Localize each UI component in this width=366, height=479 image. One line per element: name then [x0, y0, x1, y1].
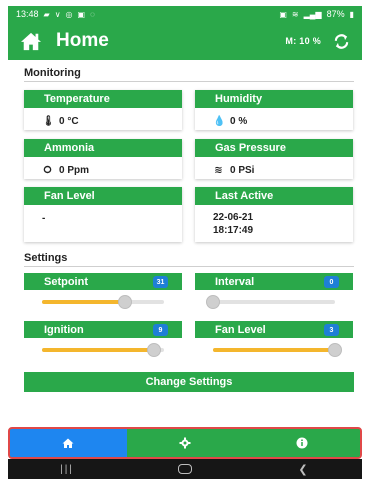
- settings-title: Settings: [24, 252, 68, 264]
- gas-ring-icon: ⭘: [43, 165, 52, 176]
- settings-divider: [24, 266, 354, 267]
- gear-icon: [179, 437, 191, 449]
- page-title: Home: [56, 30, 109, 51]
- nav-settings[interactable]: [126, 429, 244, 457]
- temperature-card: Temperature 🌡 0 °C: [24, 90, 182, 130]
- setpoint-control: Setpoint 31: [24, 273, 182, 313]
- fan-level-value: -: [42, 213, 46, 224]
- last-active-date: 22-06-21: [213, 212, 254, 223]
- instagram-icon: ◎: [65, 9, 73, 19]
- card-label: Gas Pressure: [195, 139, 353, 157]
- slider-thumb[interactable]: [147, 343, 162, 357]
- monitoring-divider: [24, 81, 354, 82]
- status-left: 13:48 ▰ ∨ ◎ ▣ ◌: [16, 9, 95, 19]
- status-bar: 13:48 ▰ ∨ ◎ ▣ ◌ ▣ ≋ ▂▄▆ 87% ▮: [8, 6, 362, 22]
- status-right: ▣ ≋ ▂▄▆ 87% ▮: [279, 9, 354, 19]
- home-button[interactable]: [165, 464, 205, 474]
- nfc-icon: ≋: [291, 9, 299, 19]
- vpn-icon: ∨: [54, 9, 61, 19]
- humidity-card: Humidity 💧 0 %: [195, 90, 353, 130]
- ignition-slider[interactable]: [42, 343, 164, 357]
- setpoint-slider[interactable]: [42, 295, 164, 309]
- thermometer-icon: 🌡: [42, 116, 55, 127]
- ammonia-value: 0 Ppm: [59, 165, 90, 176]
- interval-badge: 0: [324, 276, 339, 288]
- system-nav-bar: ||| ❮: [8, 459, 362, 479]
- droplet-icon: 💧: [213, 116, 226, 127]
- fan-level-card: Fan Level -: [24, 187, 182, 242]
- home-icon: [20, 31, 42, 51]
- nav-info[interactable]: [243, 429, 360, 457]
- fan-level-control: Fan Level 3: [195, 321, 353, 361]
- bottom-nav: [8, 427, 362, 459]
- slider-thumb[interactable]: [206, 295, 220, 309]
- gas-pressure-card: Gas Pressure ≋ 0 PSi: [195, 139, 353, 179]
- last-active-card: Last Active 22-06-21 18:17:49: [195, 187, 353, 242]
- info-icon: [296, 437, 308, 449]
- last-active-time: 18:17:49: [213, 225, 254, 236]
- change-settings-button[interactable]: Change Settings: [24, 372, 354, 392]
- card-label: Fan Level: [24, 187, 182, 205]
- ignition-control: Ignition 9: [24, 321, 182, 361]
- battery-icon: ▮: [349, 9, 354, 19]
- chat-icon: ▰: [43, 9, 50, 19]
- slider-fill: [42, 300, 125, 304]
- ammonia-card: Ammonia ⭘ 0 Ppm: [24, 139, 182, 179]
- interval-label: Interval: [215, 276, 255, 288]
- card-label: Ammonia: [24, 139, 182, 157]
- setpoint-badge: 31: [153, 276, 168, 288]
- card-label: Humidity: [195, 90, 353, 108]
- monitoring-title: Monitoring: [24, 67, 81, 79]
- status-time: 13:48: [16, 9, 39, 19]
- interval-control: Interval 0: [195, 273, 353, 313]
- slider-fill: [213, 348, 335, 352]
- fan-level-slider[interactable]: [213, 343, 342, 357]
- hotspot-icon: ▣: [279, 9, 287, 19]
- whatsapp-icon: ◌: [90, 9, 95, 19]
- wind-icon: ≋: [214, 165, 223, 176]
- humidity-value: 0 %: [230, 116, 248, 127]
- slider-fill: [42, 348, 155, 352]
- temperature-value: 0 °C: [59, 116, 79, 127]
- fan-level-label: Fan Level: [215, 324, 266, 336]
- interval-slider[interactable]: [206, 295, 335, 309]
- slider-thumb[interactable]: [117, 295, 132, 309]
- card-label: Last Active: [195, 187, 353, 205]
- mode-indicator: M: 10 %: [285, 36, 321, 46]
- card-label: Temperature: [24, 90, 182, 108]
- signal-icon: ▂▄▆: [303, 9, 322, 19]
- recent-apps-icon[interactable]: |||: [47, 464, 87, 475]
- refresh-icon[interactable]: [333, 33, 350, 50]
- fan-level-badge: 3: [324, 324, 339, 336]
- nav-home[interactable]: [10, 429, 127, 457]
- ignition-label: Ignition: [44, 324, 84, 336]
- ignition-badge: 9: [153, 324, 168, 336]
- battery-level: 87%: [326, 9, 345, 19]
- home-icon: [62, 437, 74, 449]
- setpoint-label: Setpoint: [44, 276, 88, 288]
- gas-pressure-value: 0 PSi: [230, 165, 255, 176]
- app-icon: ▣: [77, 9, 86, 19]
- back-icon[interactable]: ❮: [283, 463, 323, 476]
- app-header: Home M: 10 %: [8, 22, 362, 60]
- circle-icon: [178, 464, 192, 474]
- slider-thumb[interactable]: [328, 343, 342, 357]
